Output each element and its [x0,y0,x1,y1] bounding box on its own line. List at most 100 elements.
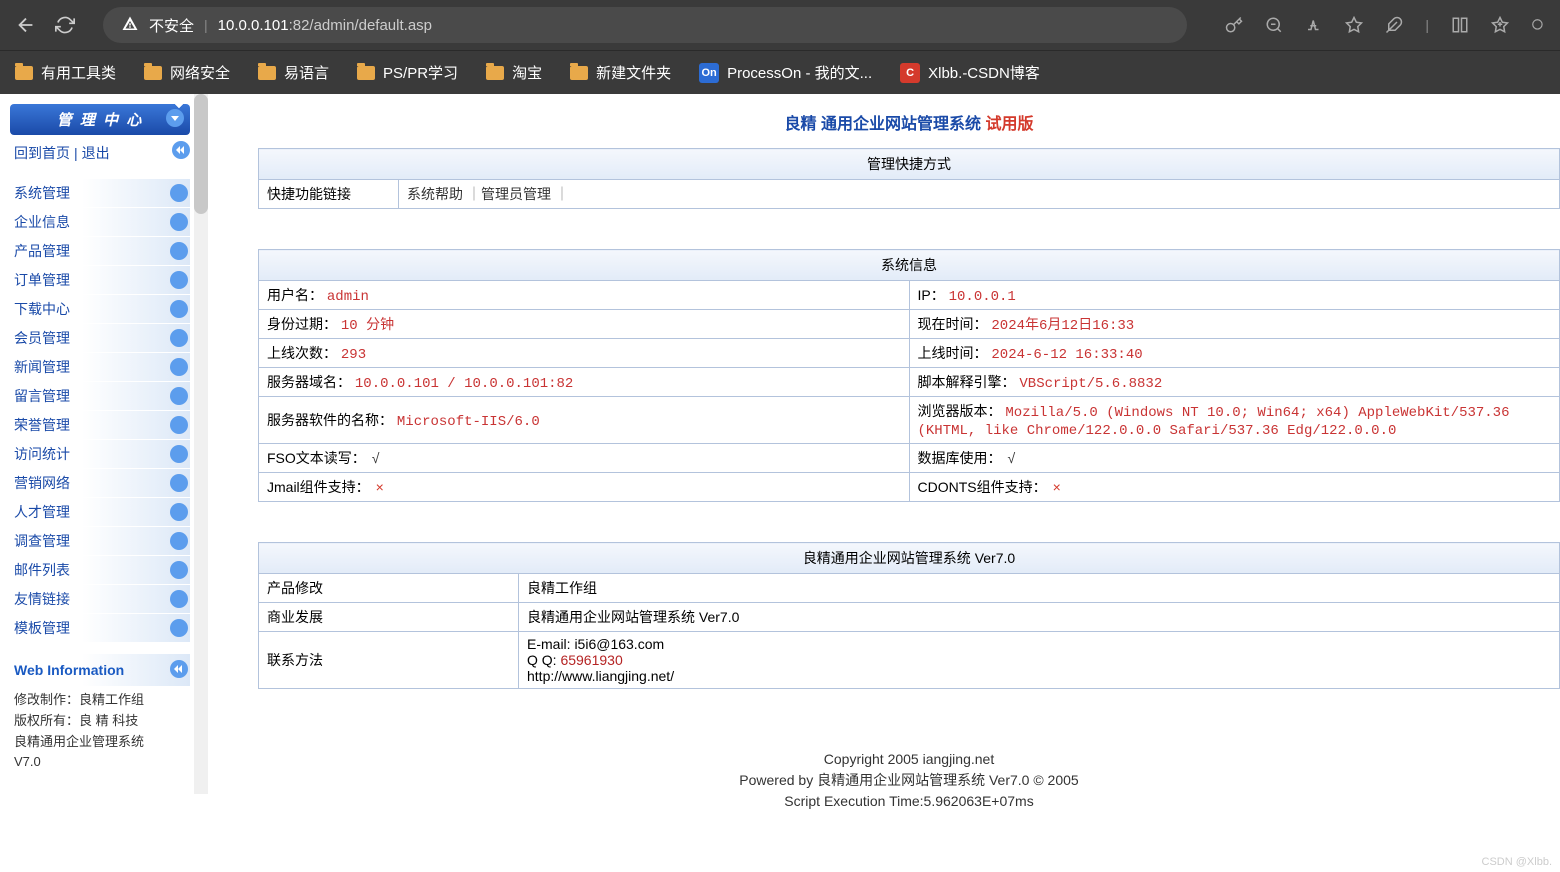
sidebar-menu-item[interactable]: 企业信息 [10,208,190,236]
web-info-line: 修改制作：良精工作组 [14,690,186,711]
chevron-left-icon[interactable] [170,660,188,678]
sidebar-menu-item[interactable]: 下载中心 [10,295,190,323]
shortcut-link[interactable]: 管理员管理 [481,186,551,202]
chevron-double-down-icon [170,387,188,405]
bookmark-item[interactable]: CXlbb.-CSDN博客 [900,62,1040,83]
contact-label: 联系方法 [259,632,519,689]
sidebar-nav-links: 回到首页 | 退出 [10,135,190,171]
collections-icon[interactable] [1491,16,1509,34]
qq-link[interactable]: 65961930 [560,652,622,668]
sidebar-menu-item[interactable]: 产品管理 [10,237,190,265]
sysinfo-row: FSO文本读写：√数据库使用：√ [259,444,1560,473]
sysinfo-row: 身份过期： 10 分钟现在时间： 2024年6月12日16:33 [259,310,1560,339]
bookmark-label: 新建文件夹 [596,62,671,83]
contact-value: E-mail: i5i6@163.com Q Q: 65961930 http:… [519,632,1560,689]
chevron-double-down-icon [170,242,188,260]
chevron-down-icon[interactable] [166,109,184,127]
scrollbar[interactable] [194,94,208,794]
sysinfo-table: 系统信息 用户名： adminIP： 10.0.0.1身份过期： 10 分钟现在… [258,249,1560,502]
sidebar-menu-item[interactable]: 模板管理 [10,614,190,642]
toolbar-right: | [1225,16,1545,34]
menu-link[interactable]: 产品管理 [14,241,70,261]
scrollbar-thumb[interactable] [194,94,208,214]
home-link[interactable]: 回到首页 [14,143,70,163]
sidebar-menu-item[interactable]: 荣誉管理 [10,411,190,439]
sidebar-menu-item[interactable]: 访问统计 [10,440,190,468]
menu-link[interactable]: 订单管理 [14,270,70,290]
menu-link[interactable]: 荣誉管理 [14,415,70,435]
browser-toolbar: 不安全 | 10.0.0.101:82/admin/default.asp | [0,0,1560,50]
menu-link[interactable]: 人才管理 [14,502,70,522]
favorite-icon[interactable] [1345,16,1363,34]
menu-link[interactable]: 营销网络 [14,473,70,493]
chevron-double-down-icon [170,590,188,608]
zoom-out-icon[interactable] [1265,16,1283,34]
sysinfo-row: 用户名： adminIP： 10.0.0.1 [259,281,1560,310]
folder-icon [144,66,162,80]
extensions-icon[interactable] [1385,16,1403,34]
folder-icon [357,66,375,80]
menu-link[interactable]: 调查管理 [14,531,70,551]
sysinfo-row: 服务器软件的名称： Microsoft-IIS/6.0浏览器版本： Mozill… [259,397,1560,444]
sysinfo-header: 系统信息 [259,250,1560,281]
sidebar-menu-item[interactable]: 友情链接 [10,585,190,613]
sidebar-menu-item[interactable]: 营销网络 [10,469,190,497]
version-table: 良精通用企业网站管理系统 Ver7.0 产品修改良精工作组商业发展良精通用企业网… [258,542,1560,689]
chevron-left-icon[interactable] [172,141,190,159]
sidebar-menu-item[interactable]: 系统管理 [10,179,190,207]
chevron-double-down-icon [170,474,188,492]
sidebar-menu-item[interactable]: 人才管理 [10,498,190,526]
read-aloud-icon[interactable] [1305,16,1323,34]
sidebar-menu-item[interactable]: 订单管理 [10,266,190,294]
menu-link[interactable]: 系统管理 [14,183,70,203]
folder-icon [258,66,276,80]
sysinfo-row: Jmail组件支持：×CDONTS组件支持：× [259,473,1560,502]
chevron-double-down-icon [170,503,188,521]
chevron-double-down-icon [170,416,188,434]
bookmarks-bar: 有用工具类 网络安全 易语言 PS/PR学习 淘宝 新建文件夹 OnProcessOn - … [0,50,1560,94]
sidebar-menu-item[interactable]: 邮件列表 [10,556,190,584]
sidebar: 管 理 中 心 回到首页 | 退出 系统管理企业信息产品管理订单管理下载中心会员… [0,94,194,787]
menu-link[interactable]: 新闻管理 [14,357,70,377]
bookmark-item[interactable]: 淘宝 [486,62,542,83]
sidebar-menu-item[interactable]: 新闻管理 [10,353,190,381]
menu-link[interactable]: 会员管理 [14,328,70,348]
menu-link[interactable]: 企业信息 [14,212,70,232]
shortcut-link[interactable]: 系统帮助 [407,186,463,202]
back-button[interactable] [15,14,37,36]
bookmark-label: 淘宝 [512,62,542,83]
key-icon[interactable] [1225,16,1243,34]
chevron-double-down-icon [170,445,188,463]
more-icon[interactable] [1531,16,1545,34]
split-screen-icon[interactable] [1451,16,1469,34]
content-area: 良精 通用企业网站管理系统 试用版 管理快捷方式 快捷功能链接 系统帮助｜管理员… [208,94,1560,842]
menu-link[interactable]: 下载中心 [14,299,70,319]
bookmark-item[interactable]: 新建文件夹 [570,62,671,83]
menu-link[interactable]: 友情链接 [14,589,70,609]
sidebar-menu-item[interactable]: 调查管理 [10,527,190,555]
bookmark-item[interactable]: OnProcessOn - 我的文... [699,62,872,83]
folder-icon [15,66,33,80]
bookmark-item[interactable]: PS/PR学习 [357,62,458,83]
bookmark-item[interactable]: 有用工具类 [15,62,116,83]
shortcut-label: 快捷功能链接 [259,180,399,209]
address-bar[interactable]: 不安全 | 10.0.0.101:82/admin/default.asp [103,7,1187,43]
bookmark-item[interactable]: 网络安全 [144,62,230,83]
web-info-header: Web Information [10,654,190,686]
menu-link[interactable]: 留言管理 [14,386,70,406]
bookmark-label: Xlbb.-CSDN博客 [928,62,1040,83]
menu-link[interactable]: 访问统计 [14,444,70,464]
watermark: CSDN @Xlbb. [1482,856,1552,868]
version-row: 商业发展良精通用企业网站管理系统 Ver7.0 [259,603,1560,632]
logout-link[interactable]: 退出 [82,143,110,163]
bookmark-item[interactable]: 易语言 [258,62,329,83]
chevron-double-down-icon [170,271,188,289]
sidebar-menu-item[interactable]: 留言管理 [10,382,190,410]
shortcut-table: 管理快捷方式 快捷功能链接 系统帮助｜管理员管理｜ [258,148,1560,209]
bookmark-label: 有用工具类 [41,62,116,83]
menu-link[interactable]: 模板管理 [14,618,70,638]
sidebar-menu-item[interactable]: 会员管理 [10,324,190,352]
refresh-button[interactable] [55,15,75,35]
menu-link[interactable]: 邮件列表 [14,560,70,580]
sidebar-header: 管 理 中 心 [10,104,190,135]
